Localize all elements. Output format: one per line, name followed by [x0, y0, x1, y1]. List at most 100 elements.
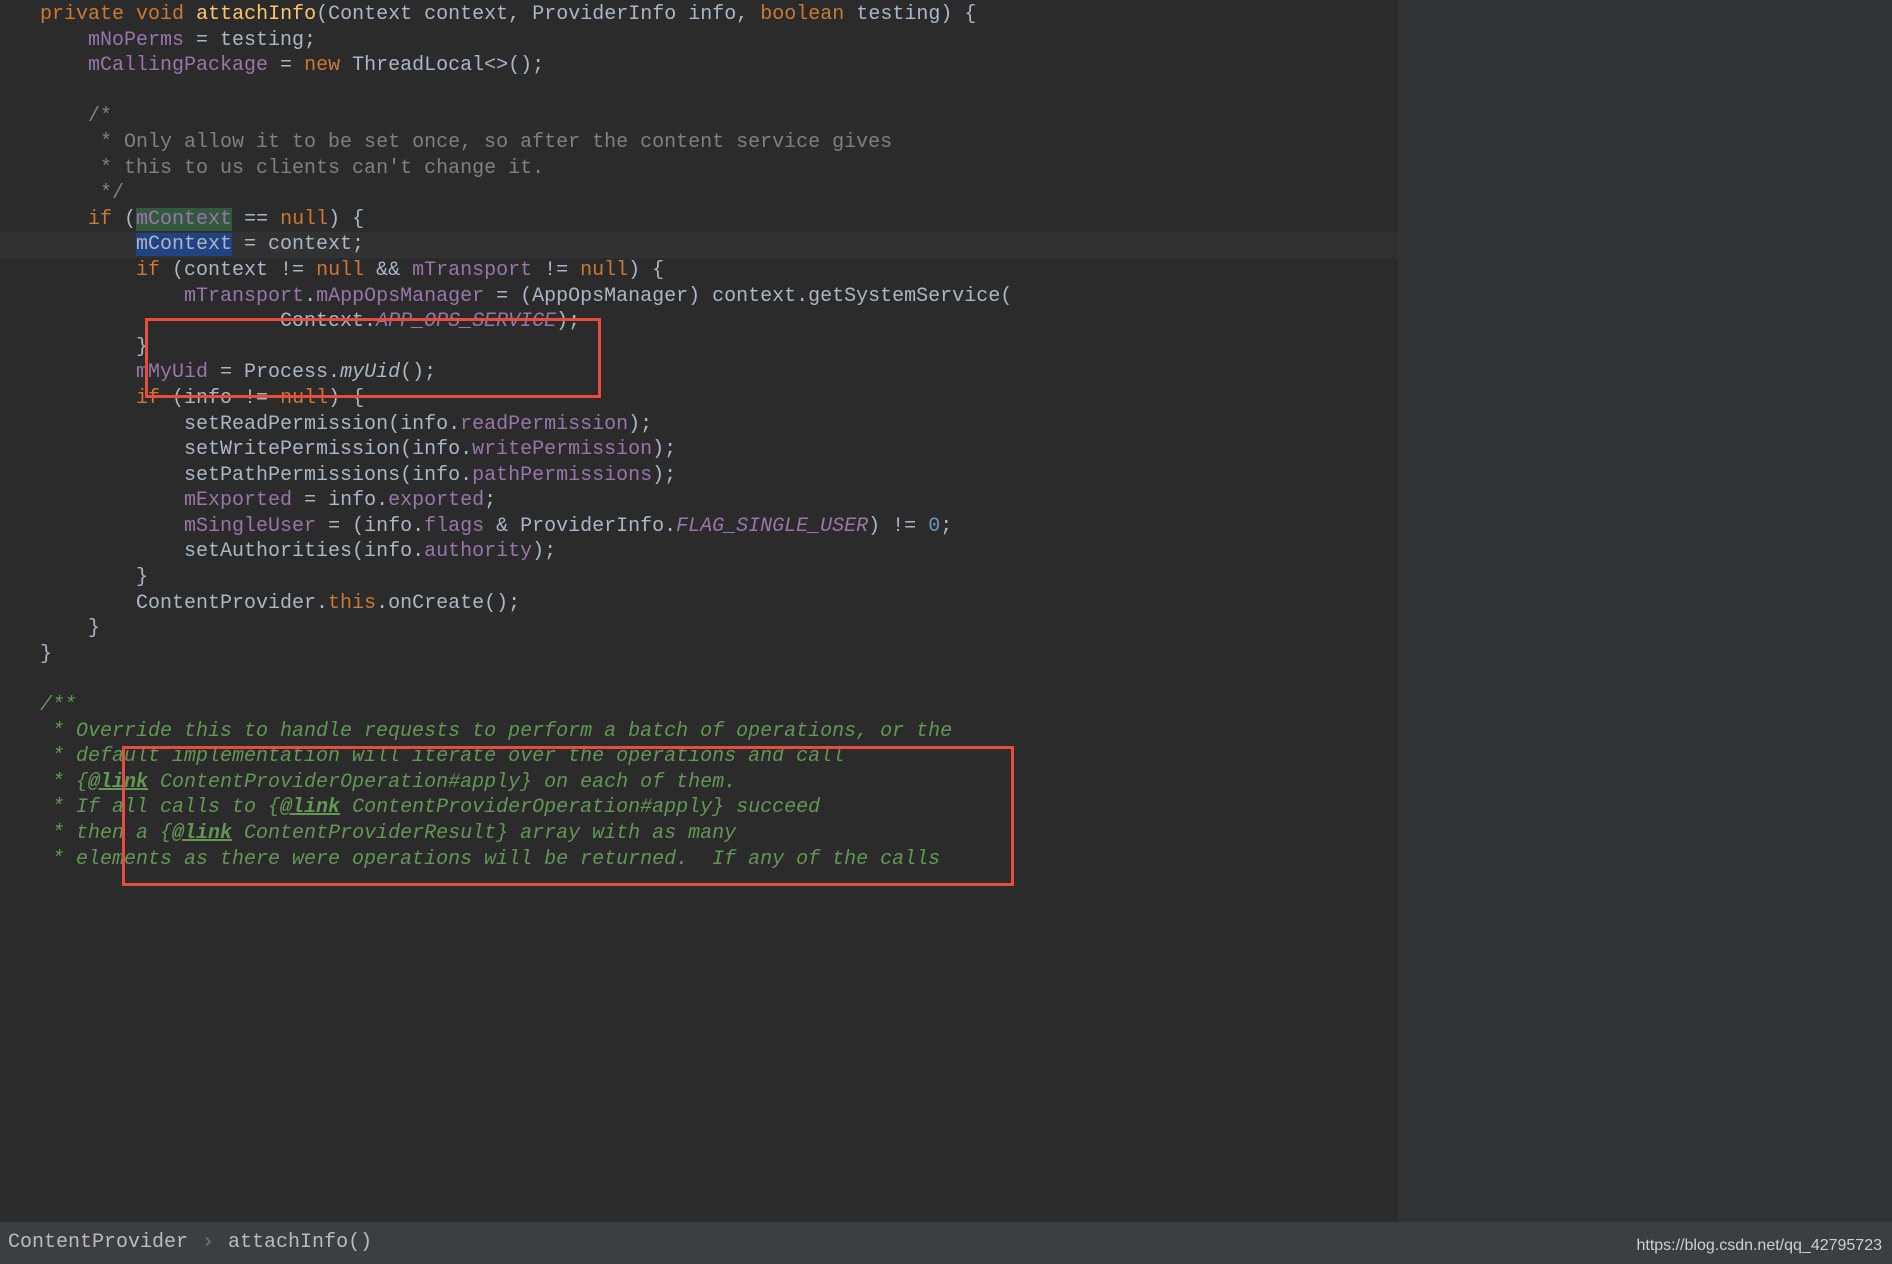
code-line: mMyUid = Process.myUid(); — [0, 360, 1398, 386]
code-text: != — [532, 259, 580, 282]
code-line: mNoPerms = testing; — [0, 28, 1398, 54]
param-name: testing — [856, 3, 940, 26]
code-text: = (AppOpsManager) context.getSystemServi… — [484, 285, 1012, 308]
blank-line — [0, 667, 1398, 693]
field: readPermission — [460, 413, 628, 436]
code-text: ); — [652, 438, 676, 461]
doc-line: /** — [0, 693, 1398, 719]
field: mTransport — [184, 285, 304, 308]
code-text: ) { — [328, 208, 364, 231]
comment-line: * this to us clients can't change it. — [0, 156, 1398, 182]
javadoc: * Override this to handle requests to pe… — [40, 720, 952, 743]
code-text: ; — [940, 515, 952, 538]
code-line: } — [0, 565, 1398, 591]
keyword: if — [88, 208, 112, 231]
code-text: ); — [628, 413, 652, 436]
code-text: ContentProvider. — [136, 592, 328, 615]
keyword: new — [304, 54, 340, 77]
code-text: Context. — [280, 310, 376, 333]
brace: } — [136, 336, 148, 359]
field: mAppOpsManager — [316, 285, 484, 308]
keyword-null: null — [316, 259, 364, 282]
breadcrumb-method[interactable]: attachInfo() — [228, 1230, 372, 1256]
brace: ) { — [940, 3, 976, 26]
field: writePermission — [472, 438, 652, 461]
code-text: = (info. — [316, 515, 424, 538]
code-text: setAuthorities(info. — [184, 540, 424, 563]
field: exported — [388, 489, 484, 512]
code-text: setWritePermission(info. — [184, 438, 472, 461]
constant: FLAG_SINGLE_USER — [676, 515, 868, 538]
code-line: setWritePermission(info.writePermission)… — [0, 437, 1398, 463]
code-line-current: mContext = context; — [0, 232, 1398, 258]
javadoc: * elements as there were operations will… — [40, 848, 940, 871]
code-text: ( — [112, 208, 136, 231]
doc-line: * elements as there were operations will… — [0, 847, 1398, 873]
code-text: .onCreate(); — [376, 592, 520, 615]
code-text: ; — [484, 489, 496, 512]
keyword: private — [40, 3, 124, 26]
code-text: = testing; — [184, 29, 316, 52]
code-text: (); — [400, 361, 436, 384]
paren: ( — [316, 3, 328, 26]
code-line: if (info != null) { — [0, 386, 1398, 412]
javadoc-link: @link — [88, 771, 148, 794]
comma: , — [736, 3, 748, 26]
static-method: myUid — [340, 361, 400, 384]
code-text: == — [232, 208, 280, 231]
brace: } — [40, 643, 52, 666]
keyword: if — [136, 387, 160, 410]
param-type: ProviderInfo — [532, 3, 676, 26]
breadcrumb-class[interactable]: ContentProvider — [8, 1230, 188, 1256]
blank-line — [0, 79, 1398, 105]
keyword-null: null — [580, 259, 628, 282]
code-line: } — [0, 642, 1398, 668]
code-text: ) { — [628, 259, 664, 282]
javadoc: /** — [40, 694, 76, 717]
code-line: setReadPermission(info.readPermission); — [0, 412, 1398, 438]
code-text: (info != — [160, 387, 280, 410]
watermark-text: https://blog.csdn.net/qq_42795723 — [1636, 1236, 1882, 1256]
code-line: mExported = info.exported; — [0, 488, 1398, 514]
keyword-this: this — [328, 592, 376, 615]
comment-line: */ — [0, 181, 1398, 207]
comment: */ — [88, 182, 124, 205]
field: flags — [424, 515, 484, 538]
field: mMyUid — [136, 361, 208, 384]
javadoc: ContentProviderOperation#apply} on each … — [148, 771, 736, 794]
code-line: } — [0, 335, 1398, 361]
doc-line: * {@link ContentProviderOperation#apply}… — [0, 770, 1398, 796]
javadoc: ContentProviderOperation#apply} succeed — [340, 796, 820, 819]
code-line: setPathPermissions(info.pathPermissions)… — [0, 463, 1398, 489]
code-text: && — [364, 259, 412, 282]
comment-line: /* — [0, 104, 1398, 130]
code-line: mSingleUser = (info.flags & ProviderInfo… — [0, 514, 1398, 540]
field: authority — [424, 540, 532, 563]
brace: } — [136, 566, 148, 589]
code-text: = Process. — [208, 361, 340, 384]
keyword: boolean — [760, 3, 844, 26]
field: mExported — [184, 489, 292, 512]
javadoc: ContentProviderResult} array with as man… — [232, 822, 736, 845]
doc-line: * default implementation will iterate ov… — [0, 744, 1398, 770]
code-text: = info. — [292, 489, 388, 512]
code-text: ThreadLocal<>(); — [340, 54, 544, 77]
code-line: mCallingPackage = new ThreadLocal<>(); — [0, 53, 1398, 79]
method-name: attachInfo — [196, 3, 316, 26]
keyword: if — [136, 259, 160, 282]
javadoc: * If all calls to { — [40, 796, 280, 819]
param-type: Context — [328, 3, 412, 26]
error-stripe[interactable] — [1398, 0, 1892, 1222]
code-region[interactable]: private void attachInfo(Context context,… — [0, 0, 1398, 1222]
field-occurrence: mContext — [136, 208, 232, 231]
selected-text: mContext — [136, 233, 232, 256]
comment: * Only allow it to be set once, so after… — [88, 131, 892, 154]
javadoc-link: @link — [280, 796, 340, 819]
constant: APP_OPS_SERVICE — [376, 310, 556, 333]
doc-line: * If all calls to {@link ContentProvider… — [0, 795, 1398, 821]
field: mSingleUser — [184, 515, 316, 538]
code-text: (context != — [160, 259, 316, 282]
doc-line: * Override this to handle requests to pe… — [0, 719, 1398, 745]
field: mNoPerms — [88, 29, 184, 52]
breadcrumb-separator-icon: › — [202, 1230, 214, 1256]
